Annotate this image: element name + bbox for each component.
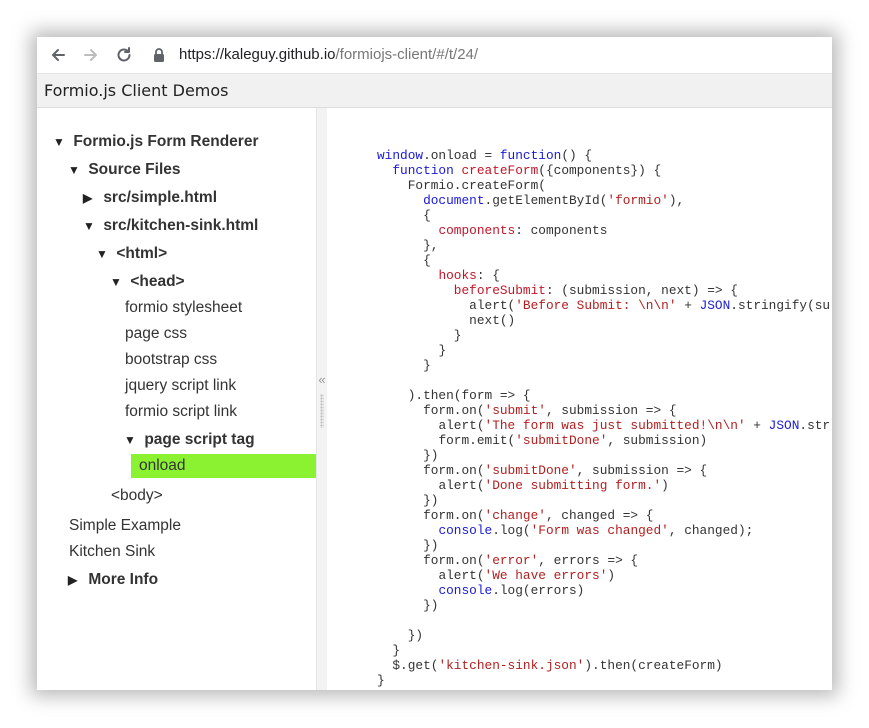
tree-item-page-css[interactable]: page css <box>125 322 187 346</box>
tree-item-bootstrap-css[interactable]: bootstrap css <box>125 348 217 372</box>
page-title: Formio.js Client Demos <box>44 81 229 100</box>
reload-icon[interactable] <box>113 44 135 66</box>
tree-item-body[interactable]: <body> <box>111 484 163 508</box>
tree-item-label: Formio.js Form Renderer <box>73 133 259 150</box>
tree-item-jquery-script-link[interactable]: jquery script link <box>125 374 236 398</box>
url-host: https://kaleguy.github.io <box>179 46 336 63</box>
triangle-down-icon: ▼ <box>124 433 136 447</box>
url-field[interactable]: https://kaleguy.github.io/formiojs-clien… <box>179 46 478 63</box>
tree-item-formio-stylesheet[interactable]: formio stylesheet <box>125 296 242 320</box>
tree-item-simple-html[interactable]: ▶ src/simple.html <box>83 186 217 210</box>
tree-item-formio-renderer[interactable]: ▼ Formio.js Form Renderer <box>53 130 259 154</box>
arrow-right-icon[interactable] <box>80 44 102 66</box>
triangle-right-icon: ▶ <box>83 191 93 205</box>
address-bar: https://kaleguy.github.io/formiojs-clien… <box>37 37 832 74</box>
tree-item-label: Source Files <box>88 161 181 178</box>
tree-item-label: More Info <box>88 571 159 588</box>
tree-item-label: page script tag <box>144 431 255 448</box>
browser-window: https://kaleguy.github.io/formiojs-clien… <box>37 37 832 690</box>
tree-item-label: <html> <box>116 245 168 262</box>
tree-item-formio-script-link[interactable]: formio script link <box>125 400 237 424</box>
tree-item-page-script-tag[interactable]: ▼ page script tag <box>124 428 255 452</box>
tree-item-label: src/kitchen-sink.html <box>103 217 259 234</box>
double-chevron-left-icon[interactable]: « <box>317 372 327 387</box>
drag-grip-icon[interactable] <box>320 394 324 428</box>
triangle-down-icon: ▼ <box>68 163 80 177</box>
triangle-right-icon: ▶ <box>68 573 78 587</box>
tree-item-kitchen-sink-html[interactable]: ▼ src/kitchen-sink.html <box>83 214 258 238</box>
url-path: /formiojs-client/#/t/24/ <box>335 46 479 63</box>
tree-item-simple-example[interactable]: Simple Example <box>69 514 181 538</box>
lock-icon[interactable] <box>151 47 167 63</box>
tree-item-onload[interactable]: onload <box>131 454 316 478</box>
app-header: Formio.js Client Demos <box>37 74 832 108</box>
tree-item-label: <head> <box>130 273 185 290</box>
triangle-down-icon: ▼ <box>83 219 95 233</box>
tree-item-more-info[interactable]: ▶ More Info <box>68 568 158 592</box>
code-panel: window.onload = function() { function cr… <box>327 108 832 690</box>
triangle-down-icon: ▼ <box>53 135 65 149</box>
sidebar-tree: ▼ Formio.js Form Renderer ▼ Source Files… <box>37 108 316 690</box>
tree-item-html[interactable]: ▼ <html> <box>96 242 167 266</box>
triangle-down-icon: ▼ <box>110 275 122 289</box>
triangle-down-icon: ▼ <box>96 247 108 261</box>
tree-item-kitchen-sink[interactable]: Kitchen Sink <box>69 540 155 564</box>
arrow-left-icon[interactable] <box>47 44 69 66</box>
tree-item-label: src/simple.html <box>103 189 218 206</box>
code-block: window.onload = function() { function cr… <box>377 148 831 688</box>
tree-item-head[interactable]: ▼ <head> <box>110 270 185 294</box>
tree-item-source-files[interactable]: ▼ Source Files <box>68 158 181 182</box>
